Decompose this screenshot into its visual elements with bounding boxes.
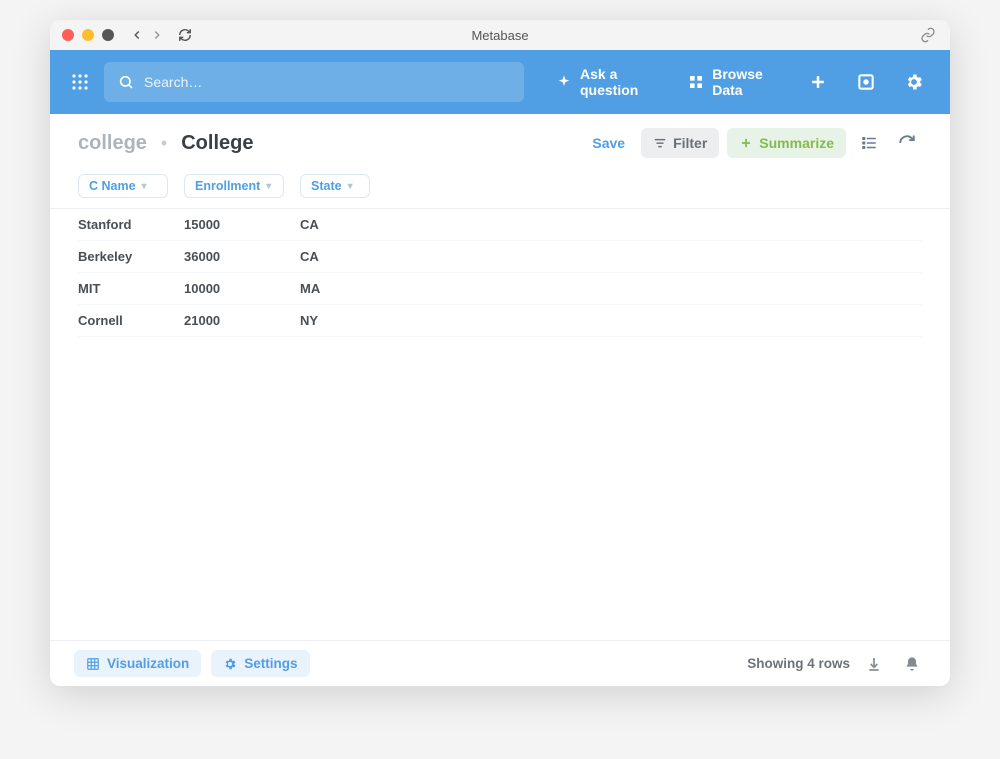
grid-icon	[688, 74, 704, 90]
chevron-down-icon: ▾	[266, 181, 271, 192]
maximize-window-icon[interactable]	[102, 29, 114, 41]
search-icon	[118, 74, 134, 90]
forward-icon[interactable]	[148, 28, 166, 42]
row-count-label: Showing 4 rows	[747, 656, 850, 671]
search-box[interactable]	[104, 62, 524, 102]
column-header-state[interactable]: State ▾	[300, 174, 370, 198]
table-row[interactable]: Cornell 21000 NY	[78, 305, 922, 337]
traffic-lights	[62, 29, 114, 41]
table-row[interactable]: MIT 10000 MA	[78, 273, 922, 305]
table-row[interactable]: Stanford 15000 CA	[78, 209, 922, 241]
download-icon[interactable]	[860, 652, 888, 676]
cell-cname: Stanford	[78, 217, 168, 232]
plus-icon	[739, 136, 753, 150]
visualization-label: Visualization	[107, 656, 189, 671]
page-title: College	[181, 132, 253, 155]
column-label: Enrollment	[195, 179, 260, 193]
footer-bar: Visualization Settings Showing 4 rows	[50, 640, 950, 686]
gear-icon[interactable]	[896, 66, 932, 98]
filter-icon	[653, 136, 667, 150]
cell-state: CA	[300, 217, 370, 232]
bell-icon[interactable]	[898, 652, 926, 676]
top-nav: Ask a question Browse Data	[50, 50, 950, 114]
editor-icon[interactable]	[854, 128, 884, 158]
create-icon[interactable]	[800, 66, 836, 98]
app-window: Metabase Ask a question	[50, 20, 950, 686]
data-table: Stanford 15000 CA Berkeley 36000 CA MIT …	[50, 209, 950, 640]
settings-label: Settings	[244, 656, 297, 671]
settings-button[interactable]: Settings	[211, 650, 309, 677]
breadcrumb-separator-icon: •	[161, 133, 167, 154]
column-headers: C Name ▾ Enrollment ▾ State ▾	[50, 168, 950, 209]
ask-question-button[interactable]: Ask a question	[548, 60, 668, 104]
column-header-enrollment[interactable]: Enrollment ▾	[184, 174, 284, 198]
column-label: State	[311, 179, 342, 193]
column-header-cname[interactable]: C Name ▾	[78, 174, 168, 198]
summarize-label: Summarize	[759, 135, 834, 151]
filter-label: Filter	[673, 135, 707, 151]
cell-cname: Cornell	[78, 313, 168, 328]
cell-cname: Berkeley	[78, 249, 168, 264]
table-icon	[86, 657, 100, 671]
titlebar: Metabase	[50, 20, 950, 50]
link-icon[interactable]	[920, 27, 936, 43]
refresh-icon[interactable]	[892, 128, 922, 158]
back-icon[interactable]	[128, 28, 146, 42]
cell-enrollment: 36000	[184, 249, 284, 264]
table-row[interactable]: Berkeley 36000 CA	[78, 241, 922, 273]
column-label: C Name	[89, 179, 136, 193]
visualization-button[interactable]: Visualization	[74, 650, 201, 677]
cell-enrollment: 21000	[184, 313, 284, 328]
plus-sparkle-icon	[556, 74, 572, 90]
filter-button[interactable]: Filter	[641, 128, 719, 158]
cell-state: NY	[300, 313, 370, 328]
search-input[interactable]	[144, 74, 510, 90]
close-window-icon[interactable]	[62, 29, 74, 41]
browse-data-button[interactable]: Browse Data	[680, 60, 788, 104]
cell-state: CA	[300, 249, 370, 264]
breadcrumb[interactable]: college	[78, 132, 147, 155]
app-logo-icon[interactable]	[68, 68, 92, 96]
save-button[interactable]: Save	[592, 135, 625, 151]
gear-icon	[223, 657, 237, 671]
chevron-down-icon: ▾	[348, 181, 353, 192]
browse-data-label: Browse Data	[712, 66, 780, 98]
summarize-button[interactable]: Summarize	[727, 128, 846, 158]
ask-question-label: Ask a question	[580, 66, 660, 98]
collections-icon[interactable]	[848, 66, 884, 98]
cell-state: MA	[300, 281, 370, 296]
reload-icon[interactable]	[178, 28, 192, 42]
history-nav	[128, 28, 166, 42]
minimize-window-icon[interactable]	[82, 29, 94, 41]
cell-enrollment: 15000	[184, 217, 284, 232]
cell-enrollment: 10000	[184, 281, 284, 296]
page-header: college • College Save Filter Summarize	[50, 114, 950, 168]
cell-cname: MIT	[78, 281, 168, 296]
chevron-down-icon: ▾	[142, 181, 147, 192]
